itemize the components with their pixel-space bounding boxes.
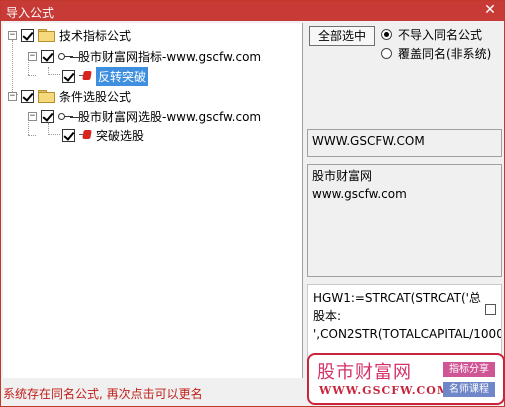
tree-node-label: 条件选股公式 — [59, 89, 132, 104]
window-title: 导入公式 — [6, 6, 55, 20]
gscfw-logo: 股市财富网 WWW.GSCFW.COM 指标分享 名师课程 — [307, 353, 505, 405]
formula-tree: − 技术指标公式 − 股市财富网指标-www.gscfw.com 反转突破 − … — [3, 23, 303, 378]
close-icon[interactable]: ✕ — [482, 2, 498, 19]
tree-node-gscfw-screening[interactable]: − 股市财富网选股-www.gscfw.com — [28, 107, 261, 125]
folder-icon — [38, 29, 55, 42]
formula-checkbox[interactable] — [485, 304, 496, 315]
checkbox[interactable] — [62, 69, 75, 83]
logo-brand: 股市财富网 — [317, 362, 412, 383]
select-all-button[interactable]: 全部选中 — [309, 26, 375, 46]
key-icon — [58, 111, 74, 121]
tree-node-stock-screening[interactable]: − 条件选股公式 — [8, 87, 131, 105]
collapse-toggle[interactable]: − — [28, 51, 37, 61]
tree-node-label: 反转突破 — [96, 66, 149, 86]
status-message: 系统存在同名公式, 再次点击可以更名 — [3, 387, 203, 401]
tree-node-label: 技术指标公式 — [59, 28, 132, 43]
radio-label: 覆盖同名(非系统) — [398, 46, 492, 61]
radio-overwrite-duplicates[interactable]: 覆盖同名(非系统) — [381, 45, 491, 61]
tree-node-label: 股市财富网指标-www.gscfw.com — [78, 49, 262, 64]
checkbox[interactable] — [21, 28, 34, 42]
formula-text: HGW1:=STRCAT(STRCAT('总股本: ',CON2STR(TOTA… — [313, 291, 501, 341]
website-text: WWW.GSCFW.COM — [312, 134, 425, 148]
collapse-toggle[interactable]: − — [8, 91, 17, 101]
radio-button[interactable] — [381, 47, 392, 59]
radio-button[interactable] — [381, 28, 392, 40]
website-field: WWW.GSCFW.COM — [307, 129, 502, 157]
radio-label: 不导入同名公式 — [398, 27, 483, 42]
title-bar: 导入公式 ✕ — [1, 1, 504, 21]
checkbox[interactable] — [62, 128, 75, 142]
tree-node-tech-indicators[interactable]: − 技术指标公式 — [8, 26, 131, 44]
folder-icon — [38, 90, 55, 103]
key-icon — [58, 51, 74, 61]
logo-url: WWW.GSCFW.COM — [319, 384, 451, 397]
logo-tag-indicator-share: 指标分享 — [443, 362, 495, 377]
checkbox[interactable] — [21, 89, 34, 103]
description-field: 股市财富网 www.gscfw.com — [307, 164, 502, 277]
formula-gem-icon — [79, 129, 93, 141]
collapse-toggle[interactable]: − — [28, 111, 37, 121]
checkbox[interactable] — [41, 109, 54, 123]
description-line: www.gscfw.com — [312, 187, 407, 201]
tree-node-breakout-screen[interactable]: 突破选股 — [62, 126, 144, 144]
logo-tag-master-course: 名师课程 — [443, 382, 495, 397]
checkbox[interactable] — [41, 49, 54, 63]
formula-gem-icon — [79, 70, 93, 82]
tree-node-reversal-breakout[interactable]: 反转突破 — [62, 66, 149, 86]
collapse-toggle[interactable]: − — [8, 30, 17, 40]
description-line: 股市财富网 — [312, 169, 373, 183]
tree-node-label: 突破选股 — [96, 128, 145, 143]
tree-node-gscfw-indicator[interactable]: − 股市财富网指标-www.gscfw.com — [28, 47, 261, 65]
tree-node-label: 股市财富网选股-www.gscfw.com — [78, 109, 262, 124]
import-formula-dialog: 导入公式 ✕ − 技术指标公式 − 股市财富网指标-www.gscfw.com — [0, 0, 505, 407]
radio-skip-duplicates[interactable]: 不导入同名公式 — [381, 26, 482, 42]
